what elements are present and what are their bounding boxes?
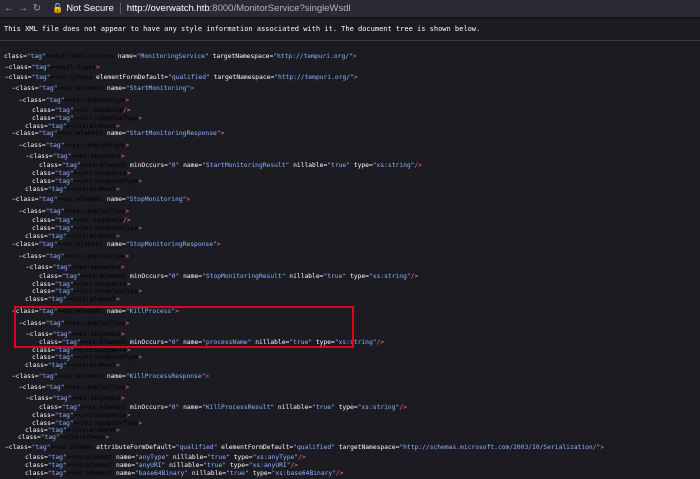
xml-line[interactable]: −class="tag"><xs:element name="StopMonit… — [12, 195, 190, 205]
xml-line[interactable]: −class="tag"><xs:complexType> — [19, 141, 129, 151]
xml-line[interactable]: −class="tag"><xs:element name="StartMoni… — [12, 84, 194, 94]
reload-icon[interactable]: ↻ — [30, 3, 44, 14]
url-separator — [119, 3, 121, 14]
url-path: :8000/MonitorService?singleWsdl — [209, 3, 351, 14]
xml-line[interactable]: −class="tag"><xs:element name="KillProce… — [12, 372, 209, 382]
xml-line[interactable]: −class="tag"><xs:element name="StartMoni… — [12, 129, 224, 139]
security-status-label[interactable]: Not Secure — [66, 3, 114, 14]
xml-info-banner: This XML file does not appear to have an… — [0, 18, 700, 41]
address-bar: ← → ↻ 🔓 Not Secure http://overwatch.htb:… — [0, 0, 700, 18]
xml-line[interactable]: −class="tag"><xs:complexType> — [19, 383, 129, 393]
xml-line[interactable]: −class="tag"><xs:complexType> — [19, 96, 129, 106]
xml-line: class="tag"><xs:element name="base64Bina… — [25, 470, 344, 477]
back-arrow-icon[interactable]: ← — [2, 3, 16, 14]
forward-arrow-icon[interactable]: → — [16, 3, 30, 14]
url-host: http://overwatch.htb — [126, 3, 210, 14]
xml-line: class="tag"></xs:element> — [25, 296, 120, 303]
unlocked-padlock-icon[interactable]: 🔓 — [52, 3, 63, 14]
xml-line: class="tag"></xs:element> — [25, 362, 120, 369]
xml-line[interactable]: −class="tag"><wsdl:types> — [5, 63, 100, 73]
xml-line: class="tag"></xs:element> — [25, 186, 120, 193]
red-annotation-box — [14, 306, 354, 348]
xml-line: class="tag"></xs:schema> — [18, 434, 110, 441]
xml-line[interactable]: −class="tag"><xs:element name="StopMonit… — [12, 240, 221, 250]
xml-line[interactable]: −class="tag"><xs:schema attributeFormDef… — [5, 443, 604, 453]
xml-line[interactable]: −class="tag"><xs:complexType> — [19, 252, 129, 262]
xml-line[interactable]: −class="tag"><xs:schema elementFormDefau… — [5, 73, 358, 83]
url-field[interactable]: http://overwatch.htb:8000/MonitorService… — [127, 3, 351, 14]
xml-line: class="tag"><wsdl:definitions name="Moni… — [4, 53, 357, 60]
